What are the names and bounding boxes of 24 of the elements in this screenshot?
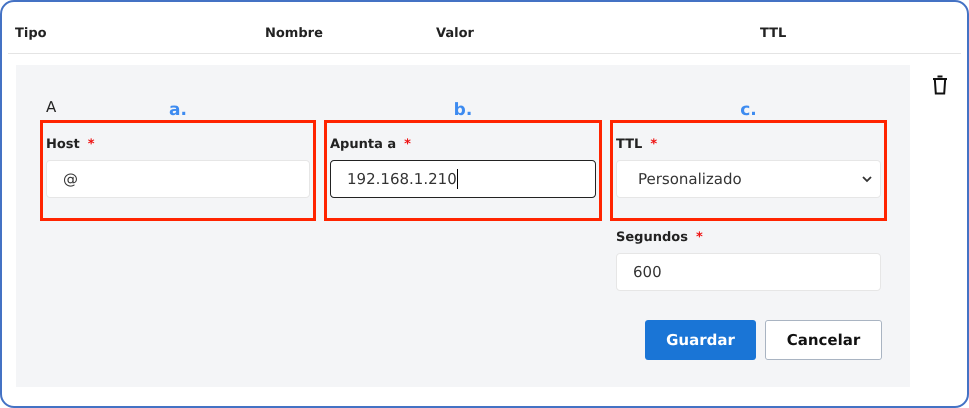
annotation-label: c.	[740, 100, 757, 120]
field-label: Apunta a	[330, 137, 396, 152]
chevron-down-icon	[862, 176, 872, 182]
column-header: TTL	[760, 26, 786, 41]
required-mark: *	[404, 137, 411, 152]
field-label: TTL	[616, 137, 642, 152]
column-header: Nombre	[265, 26, 323, 41]
required-mark: *	[696, 230, 703, 245]
input-field[interactable]: @	[46, 160, 310, 198]
column-header: Tipo	[15, 26, 47, 41]
annotation-label: b.	[454, 100, 472, 120]
annotation-label: a.	[169, 100, 187, 120]
select-field[interactable]: Personalizado	[616, 160, 881, 198]
input-field[interactable]: 192.168.1.210	[330, 160, 596, 198]
column-header: Valor	[436, 26, 474, 41]
save-button[interactable]: Guardar	[645, 320, 756, 360]
field-label: Host	[46, 137, 80, 152]
cancel-button[interactable]: Cancelar	[765, 320, 882, 360]
required-mark: *	[88, 137, 95, 152]
record-type: A	[45, 98, 58, 118]
trash-icon[interactable]	[932, 75, 948, 95]
input-field[interactable]: 600	[616, 253, 881, 291]
required-mark: *	[650, 137, 658, 152]
field-label: Segundos	[616, 230, 688, 245]
